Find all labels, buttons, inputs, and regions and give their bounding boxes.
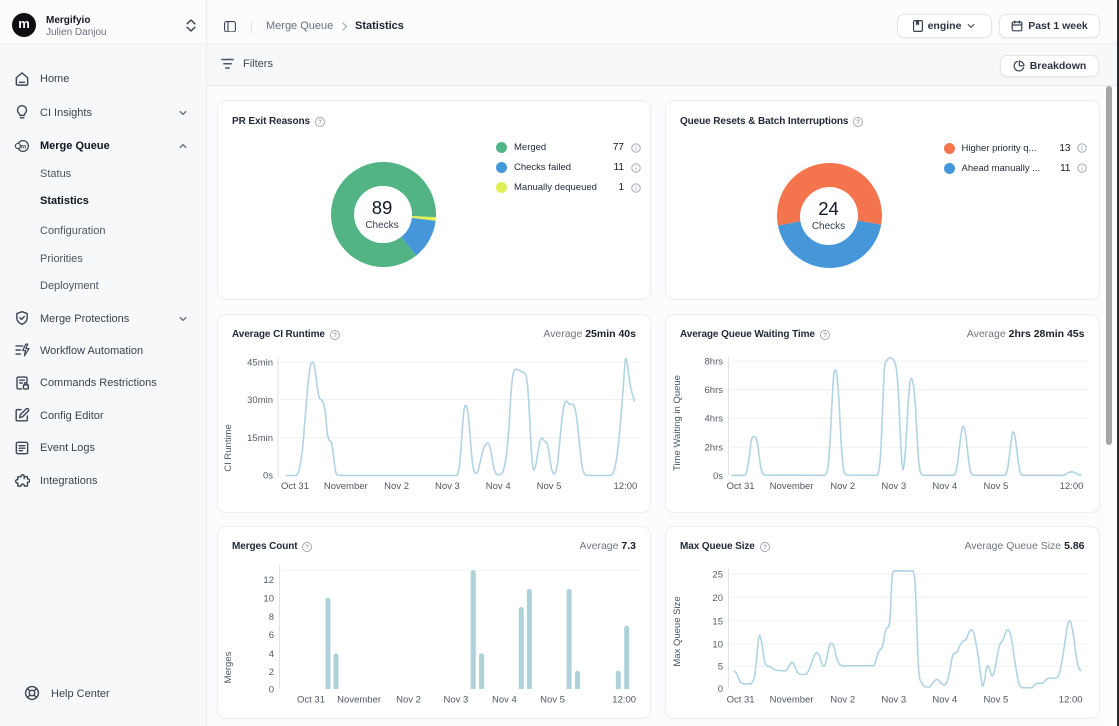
svg-text:November: November [770, 694, 814, 705]
svg-text:Nov 4: Nov 4 [492, 694, 517, 705]
svg-text:20: 20 [712, 592, 723, 603]
svg-text:4: 4 [269, 648, 274, 659]
svg-text:?: ? [856, 119, 860, 126]
svg-text:?: ? [318, 119, 322, 126]
svg-text:6hrs: 6hrs [705, 385, 724, 396]
svg-text:15min: 15min [247, 433, 273, 444]
svg-text:Nov 3: Nov 3 [881, 481, 906, 492]
svg-text:0: 0 [718, 684, 723, 695]
svg-text:November: November [324, 481, 368, 492]
svg-text:5: 5 [718, 661, 723, 672]
svg-text:12:00: 12:00 [1060, 481, 1084, 492]
svg-text:12:00: 12:00 [612, 694, 636, 705]
svg-text:4hrs: 4hrs [705, 413, 724, 424]
svg-text:Nov 4: Nov 4 [932, 481, 957, 492]
svg-text:25: 25 [712, 569, 723, 580]
svg-text:12:00: 12:00 [1059, 694, 1083, 705]
svg-text:2: 2 [269, 667, 274, 678]
svg-text:30min: 30min [247, 394, 273, 405]
svg-text:m: m [20, 143, 26, 150]
svg-text:Oct 31: Oct 31 [727, 481, 755, 492]
svg-text:November: November [337, 694, 381, 705]
svg-text:Nov 5: Nov 5 [540, 694, 565, 705]
svg-text:0s: 0s [713, 470, 723, 481]
svg-text:0s: 0s [263, 470, 273, 481]
svg-text:Nov 5: Nov 5 [983, 481, 1008, 492]
svg-text:8hrs: 8hrs [705, 356, 724, 367]
svg-text:Nov 5: Nov 5 [537, 481, 562, 492]
svg-text:0: 0 [269, 684, 274, 695]
svg-text:12: 12 [263, 574, 274, 585]
svg-text:Nov 2: Nov 2 [396, 694, 421, 705]
svg-text:Nov 2: Nov 2 [830, 694, 855, 705]
svg-text:CI Runtime: CI Runtime [223, 424, 234, 472]
svg-text:Merges: Merges [223, 651, 234, 683]
svg-text:Nov 3: Nov 3 [443, 694, 468, 705]
svg-text:Nov 2: Nov 2 [384, 481, 409, 492]
svg-text:15: 15 [712, 616, 723, 627]
svg-text:Oct 31: Oct 31 [281, 481, 309, 492]
svg-text:Nov 4: Nov 4 [486, 481, 511, 492]
svg-text:Oct 31: Oct 31 [297, 694, 325, 705]
svg-text:45min: 45min [247, 357, 273, 368]
svg-text:6: 6 [269, 630, 274, 641]
svg-text:2hrs: 2hrs [705, 442, 724, 453]
svg-text:10: 10 [263, 593, 274, 604]
svg-text:12:00: 12:00 [614, 481, 638, 492]
svg-text:Nov 4: Nov 4 [932, 694, 957, 705]
svg-text:8: 8 [269, 611, 274, 622]
svg-text:Oct 31: Oct 31 [727, 694, 755, 705]
svg-text:Nov 5: Nov 5 [983, 694, 1008, 705]
svg-text:Nov 3: Nov 3 [881, 694, 906, 705]
svg-text:Nov 2: Nov 2 [830, 481, 855, 492]
svg-text:Time Waiting in Queue: Time Waiting in Queue [672, 375, 683, 471]
svg-text:10: 10 [712, 639, 723, 650]
svg-text:Max Queue Size: Max Queue Size [672, 596, 683, 666]
svg-text:November: November [770, 481, 814, 492]
svg-text:Nov 3: Nov 3 [435, 481, 460, 492]
